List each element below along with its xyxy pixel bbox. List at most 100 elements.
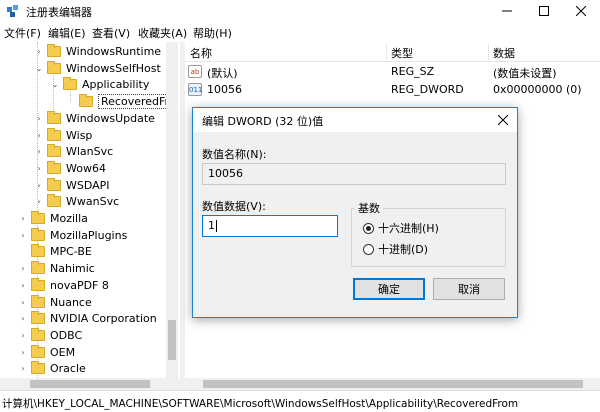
dialog-title: 编辑 DWORD (32 位)值 <box>202 115 324 128</box>
value-type: REG_SZ <box>391 65 435 78</box>
value-type: REG_DWORD <box>391 83 464 96</box>
tree-node[interactable]: › Wow64 <box>34 160 106 177</box>
tree-hscroll-thumb[interactable] <box>30 380 150 388</box>
tree-node[interactable]: › WindowsUpdate <box>34 110 155 127</box>
expand-arrow-icon[interactable]: › <box>34 164 44 173</box>
tree-node[interactable]: ⌄ WindowsSelfHost <box>34 60 161 77</box>
tree-node[interactable]: › ODBC <box>18 327 82 344</box>
tree-node[interactable]: › Oracle <box>18 360 86 377</box>
column-separator[interactable] <box>386 44 387 60</box>
hex-radio-button[interactable] <box>363 222 374 234</box>
tree-node[interactable]: › Wisp <box>34 127 92 144</box>
list-row[interactable]: 011 10056 REG_DWORD 0x00000000 (0) <box>185 81 600 99</box>
expand-arrow-icon[interactable]: › <box>18 214 28 223</box>
expand-arrow-icon[interactable]: › <box>18 348 28 357</box>
expand-arrow-icon[interactable]: › <box>34 197 44 206</box>
tree-node[interactable]: RecoveredFr <box>66 93 173 110</box>
menu-help[interactable]: 帮助(H) <box>193 25 232 41</box>
menu-file[interactable]: 文件(F) <box>4 25 41 41</box>
expand-arrow-icon[interactable]: › <box>18 364 28 373</box>
maximize-button[interactable] <box>527 0 561 22</box>
folder-icon <box>47 44 61 57</box>
expand-arrow-icon[interactable]: › <box>34 131 44 140</box>
registry-tree[interactable]: › WindowsRuntime ⌄ WindowsSelfHost ⌄ Applicab… <box>0 42 180 378</box>
minimize-button[interactable] <box>490 0 524 22</box>
value-name-field[interactable]: 10056 <box>202 163 506 185</box>
tree-node[interactable]: › Nahimic <box>18 260 95 277</box>
cancel-button[interactable]: 取消 <box>433 278 505 300</box>
tree-node[interactable]: MPC-BE <box>18 243 92 260</box>
minimize-icon <box>502 10 512 12</box>
tree-scrollbar-thumb[interactable] <box>168 320 176 360</box>
list-row[interactable]: ab (默认) REG_SZ (数值未设置) <box>185 63 600 81</box>
list-hscroll-thumb[interactable] <box>203 380 583 388</box>
tree-node-label: WindowsSelfHost <box>66 61 161 75</box>
text-caret <box>216 220 217 232</box>
dec-radio-label: 十进制(D) <box>378 243 429 256</box>
expand-arrow-icon[interactable]: › <box>18 314 28 323</box>
folder-icon <box>31 294 45 308</box>
value-data-input[interactable]: 1 <box>202 215 338 237</box>
expand-arrow-icon[interactable]: › <box>18 281 28 290</box>
tree-node[interactable]: › WindowsRuntime <box>34 43 161 60</box>
tree-node[interactable]: › OEM <box>18 344 75 361</box>
tree-node-label: Wow64 <box>66 161 106 175</box>
folder-icon <box>63 77 77 91</box>
folder-icon <box>47 160 61 174</box>
expand-arrow-icon[interactable]: › <box>18 298 28 307</box>
collapse-arrow-icon[interactable]: ⌄ <box>34 64 44 73</box>
value-data-text: 1 <box>208 219 215 232</box>
hex-radio-option[interactable]: 十六进制(H) <box>363 220 439 236</box>
tree-node[interactable]: › Mozilla <box>18 210 88 227</box>
collapse-arrow-icon[interactable]: ⌄ <box>50 80 60 89</box>
value-data-label: 数值数据(V): <box>202 200 266 213</box>
folder-icon <box>31 327 45 341</box>
column-data-header[interactable]: 数据 <box>493 45 515 61</box>
folder-icon <box>47 194 61 208</box>
tree-node-label: Wisp <box>66 128 93 142</box>
expand-arrow-icon[interactable]: › <box>34 147 44 156</box>
dec-radio-button[interactable] <box>363 243 374 255</box>
dialog-close-button[interactable] <box>491 109 515 131</box>
folder-icon <box>31 227 45 241</box>
tree-node-label: MozillaPlugins <box>50 228 128 242</box>
tree-vertical-scrollbar[interactable] <box>166 42 178 378</box>
tree-node-label: WlanSvc <box>66 145 114 159</box>
tree-node[interactable]: › novaPDF 8 <box>18 277 109 294</box>
window-title: 注册表编辑器 <box>26 6 92 19</box>
tree-node[interactable]: › WSDAPI <box>34 177 110 194</box>
tree-node[interactable]: › WwanSvc <box>34 193 119 210</box>
ok-button[interactable]: 确定 <box>353 278 425 300</box>
tree-node-label: WwanSvc <box>66 195 120 209</box>
menu-edit[interactable]: 编辑(E) <box>48 25 86 41</box>
expand-arrow-icon[interactable]: › <box>18 264 28 273</box>
value-data: 0x00000000 (0) <box>493 83 582 96</box>
expand-arrow-icon[interactable]: › <box>18 231 28 240</box>
tree-node-label: novaPDF 8 <box>50 278 109 292</box>
menu-favorites[interactable]: 收藏夹(A) <box>138 25 187 41</box>
tree-node[interactable]: ⌄ Applicability <box>50 76 149 93</box>
tree-node[interactable]: › WlanSvc <box>34 143 113 160</box>
list-horizontal-scrollbar[interactable] <box>185 378 600 390</box>
column-name-header[interactable]: 名称 <box>190 45 212 61</box>
close-button[interactable] <box>564 0 598 22</box>
expand-arrow-icon[interactable]: › <box>34 47 44 56</box>
tree-node[interactable]: › MozillaPlugins <box>18 227 127 244</box>
tree-node[interactable]: › Nuance <box>18 294 92 311</box>
menu-view[interactable]: 查看(V) <box>92 25 130 41</box>
tree-node-label: OEM <box>50 345 76 359</box>
expand-arrow-icon[interactable]: › <box>34 114 44 123</box>
tree-horizontal-scrollbar[interactable] <box>0 378 180 390</box>
maximize-icon <box>539 6 549 16</box>
expand-arrow-icon[interactable]: › <box>18 331 28 340</box>
tree-node-label: Nahimic <box>50 262 95 276</box>
tree-node[interactable]: › NVIDIA Corporation <box>18 310 157 327</box>
column-type-header[interactable]: 类型 <box>391 45 413 61</box>
tree-node-label: Mozilla <box>50 212 88 225</box>
title-bar: 注册表编辑器 <box>0 0 600 22</box>
expand-arrow-icon[interactable]: › <box>34 181 44 190</box>
column-separator[interactable] <box>488 44 489 60</box>
folder-icon <box>47 144 61 158</box>
dec-radio-option[interactable]: 十进制(D) <box>363 241 428 257</box>
folder-icon <box>31 344 45 358</box>
